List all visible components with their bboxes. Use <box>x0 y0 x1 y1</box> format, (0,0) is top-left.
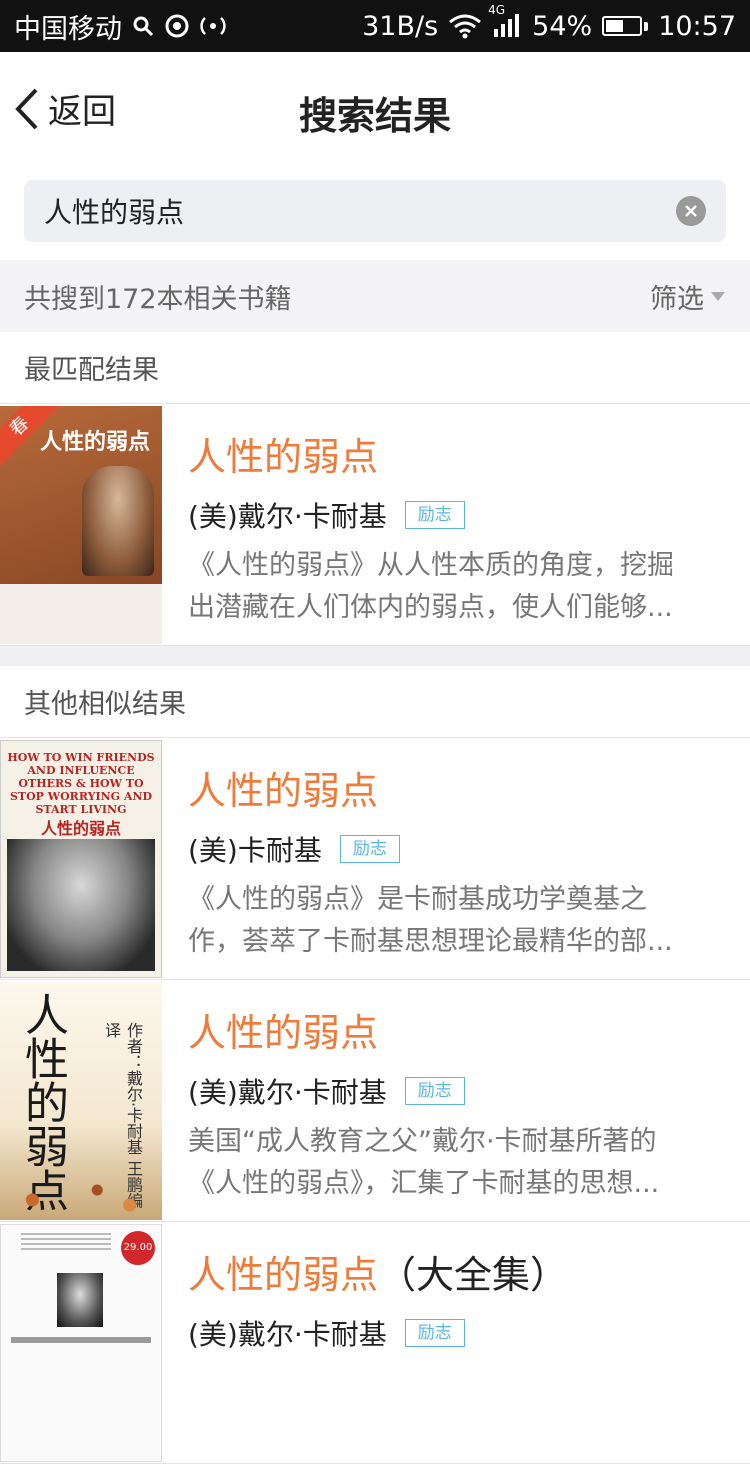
carrier-label: 中国移动 <box>14 13 122 45</box>
book-title: 人性的弱点（大全集） <box>188 1253 569 1297</box>
back-button[interactable]: 返回 <box>14 84 116 133</box>
status-bar: 中国移动 31B/s 4G 54% 10:57 <box>0 0 750 52</box>
category-tag: 励志 <box>339 834 400 864</box>
triangle-down-icon <box>711 292 725 301</box>
back-label: 返回 <box>48 92 116 132</box>
category-tag: 励志 <box>404 1076 465 1106</box>
book-author: (美)卡耐基 <box>188 834 322 867</box>
filter-label: 筛选 <box>650 283 704 315</box>
book-description: 《人性的弱点》是卡耐基成功学奠基之 作，荟萃了卡耐基思想理论最精华的部... <box>188 884 673 957</box>
book-title-suffix: （大全集） <box>378 1253 569 1297</box>
cover-english-title: HOW TO WIN FRIENDS AND INFLUENCE OTHERS … <box>7 751 155 816</box>
book-item-best[interactable]: 人性的弱点 春 人性的弱点 (美)戴尔·卡耐基 励志 《人性的弱点》从人性本质的… <box>0 404 750 646</box>
book-author: (美)戴尔·卡耐基 <box>188 1076 387 1109</box>
network-type: 4G <box>488 3 506 17</box>
signal-icon: 4G <box>488 3 522 39</box>
section-best-match: 最匹配结果 <box>0 332 750 404</box>
section-other-results: 其他相似结果 <box>0 666 750 738</box>
wifi-icon <box>448 13 482 39</box>
sync-icon <box>164 13 190 39</box>
book-item[interactable]: 29.00 人性的弱点（大全集） (美)戴尔·卡耐基 励志 <box>0 1222 750 1464</box>
search-input[interactable]: 人性的弱点 <box>24 180 726 242</box>
book-item[interactable]: 人性的弱点 作者：戴尔·卡耐基 王鹏编译 人性的弱点 (美)戴尔·卡耐基 励志 … <box>0 980 750 1222</box>
book-author: (美)戴尔·卡耐基 <box>188 500 387 533</box>
clear-search-icon[interactable] <box>676 196 706 226</box>
book-cover: 人性的弱点 春 <box>0 406 162 644</box>
price-badge: 29.00 <box>121 1231 155 1265</box>
search-query: 人性的弱点 <box>44 196 185 229</box>
book-author: (美)戴尔·卡耐基 <box>188 1318 387 1351</box>
battery-icon <box>602 16 649 36</box>
book-title: 人性的弱点 <box>188 769 379 813</box>
book-cover: 人性的弱点 作者：戴尔·卡耐基 王鹏编译 <box>0 982 162 1220</box>
chevron-left-icon <box>15 88 38 129</box>
search-icon <box>132 15 154 37</box>
nav-bar: 返回 搜索结果 <box>0 52 750 172</box>
category-tag: 励志 <box>404 500 465 530</box>
clock: 10:57 <box>658 10 736 42</box>
book-cover: HOW TO WIN FRIENDS AND INFLUENCE OTHERS … <box>0 740 162 978</box>
hotspot-icon <box>200 14 226 38</box>
book-item[interactable]: HOW TO WIN FRIENDS AND INFLUENCE OTHERS … <box>0 738 750 980</box>
battery-percent: 54% <box>532 10 593 42</box>
network-speed: 31B/s <box>362 10 439 42</box>
book-description: 《人性的弱点》从人性本质的角度，挖掘 出潜藏在人们体内的弱点，使人们能够... <box>188 550 674 623</box>
book-description: 美国“成人教育之父”戴尔·卡耐基所著的 《人性的弱点》，汇集了卡耐基的思想... <box>188 1126 660 1199</box>
category-tag: 励志 <box>404 1318 465 1348</box>
cover-title: 人性的弱点 <box>40 429 151 455</box>
filter-button[interactable]: 筛选 <box>650 277 726 316</box>
book-title: 人性的弱点 <box>188 1011 379 1055</box>
cover-title: 人性的弱点 <box>40 819 121 838</box>
results-count: 共搜到172本相关书籍 <box>24 283 292 315</box>
results-count-bar: 共搜到172本相关书籍 筛选 <box>0 260 750 332</box>
book-cover: 29.00 <box>0 1224 162 1462</box>
book-title: 人性的弱点 <box>188 435 379 479</box>
